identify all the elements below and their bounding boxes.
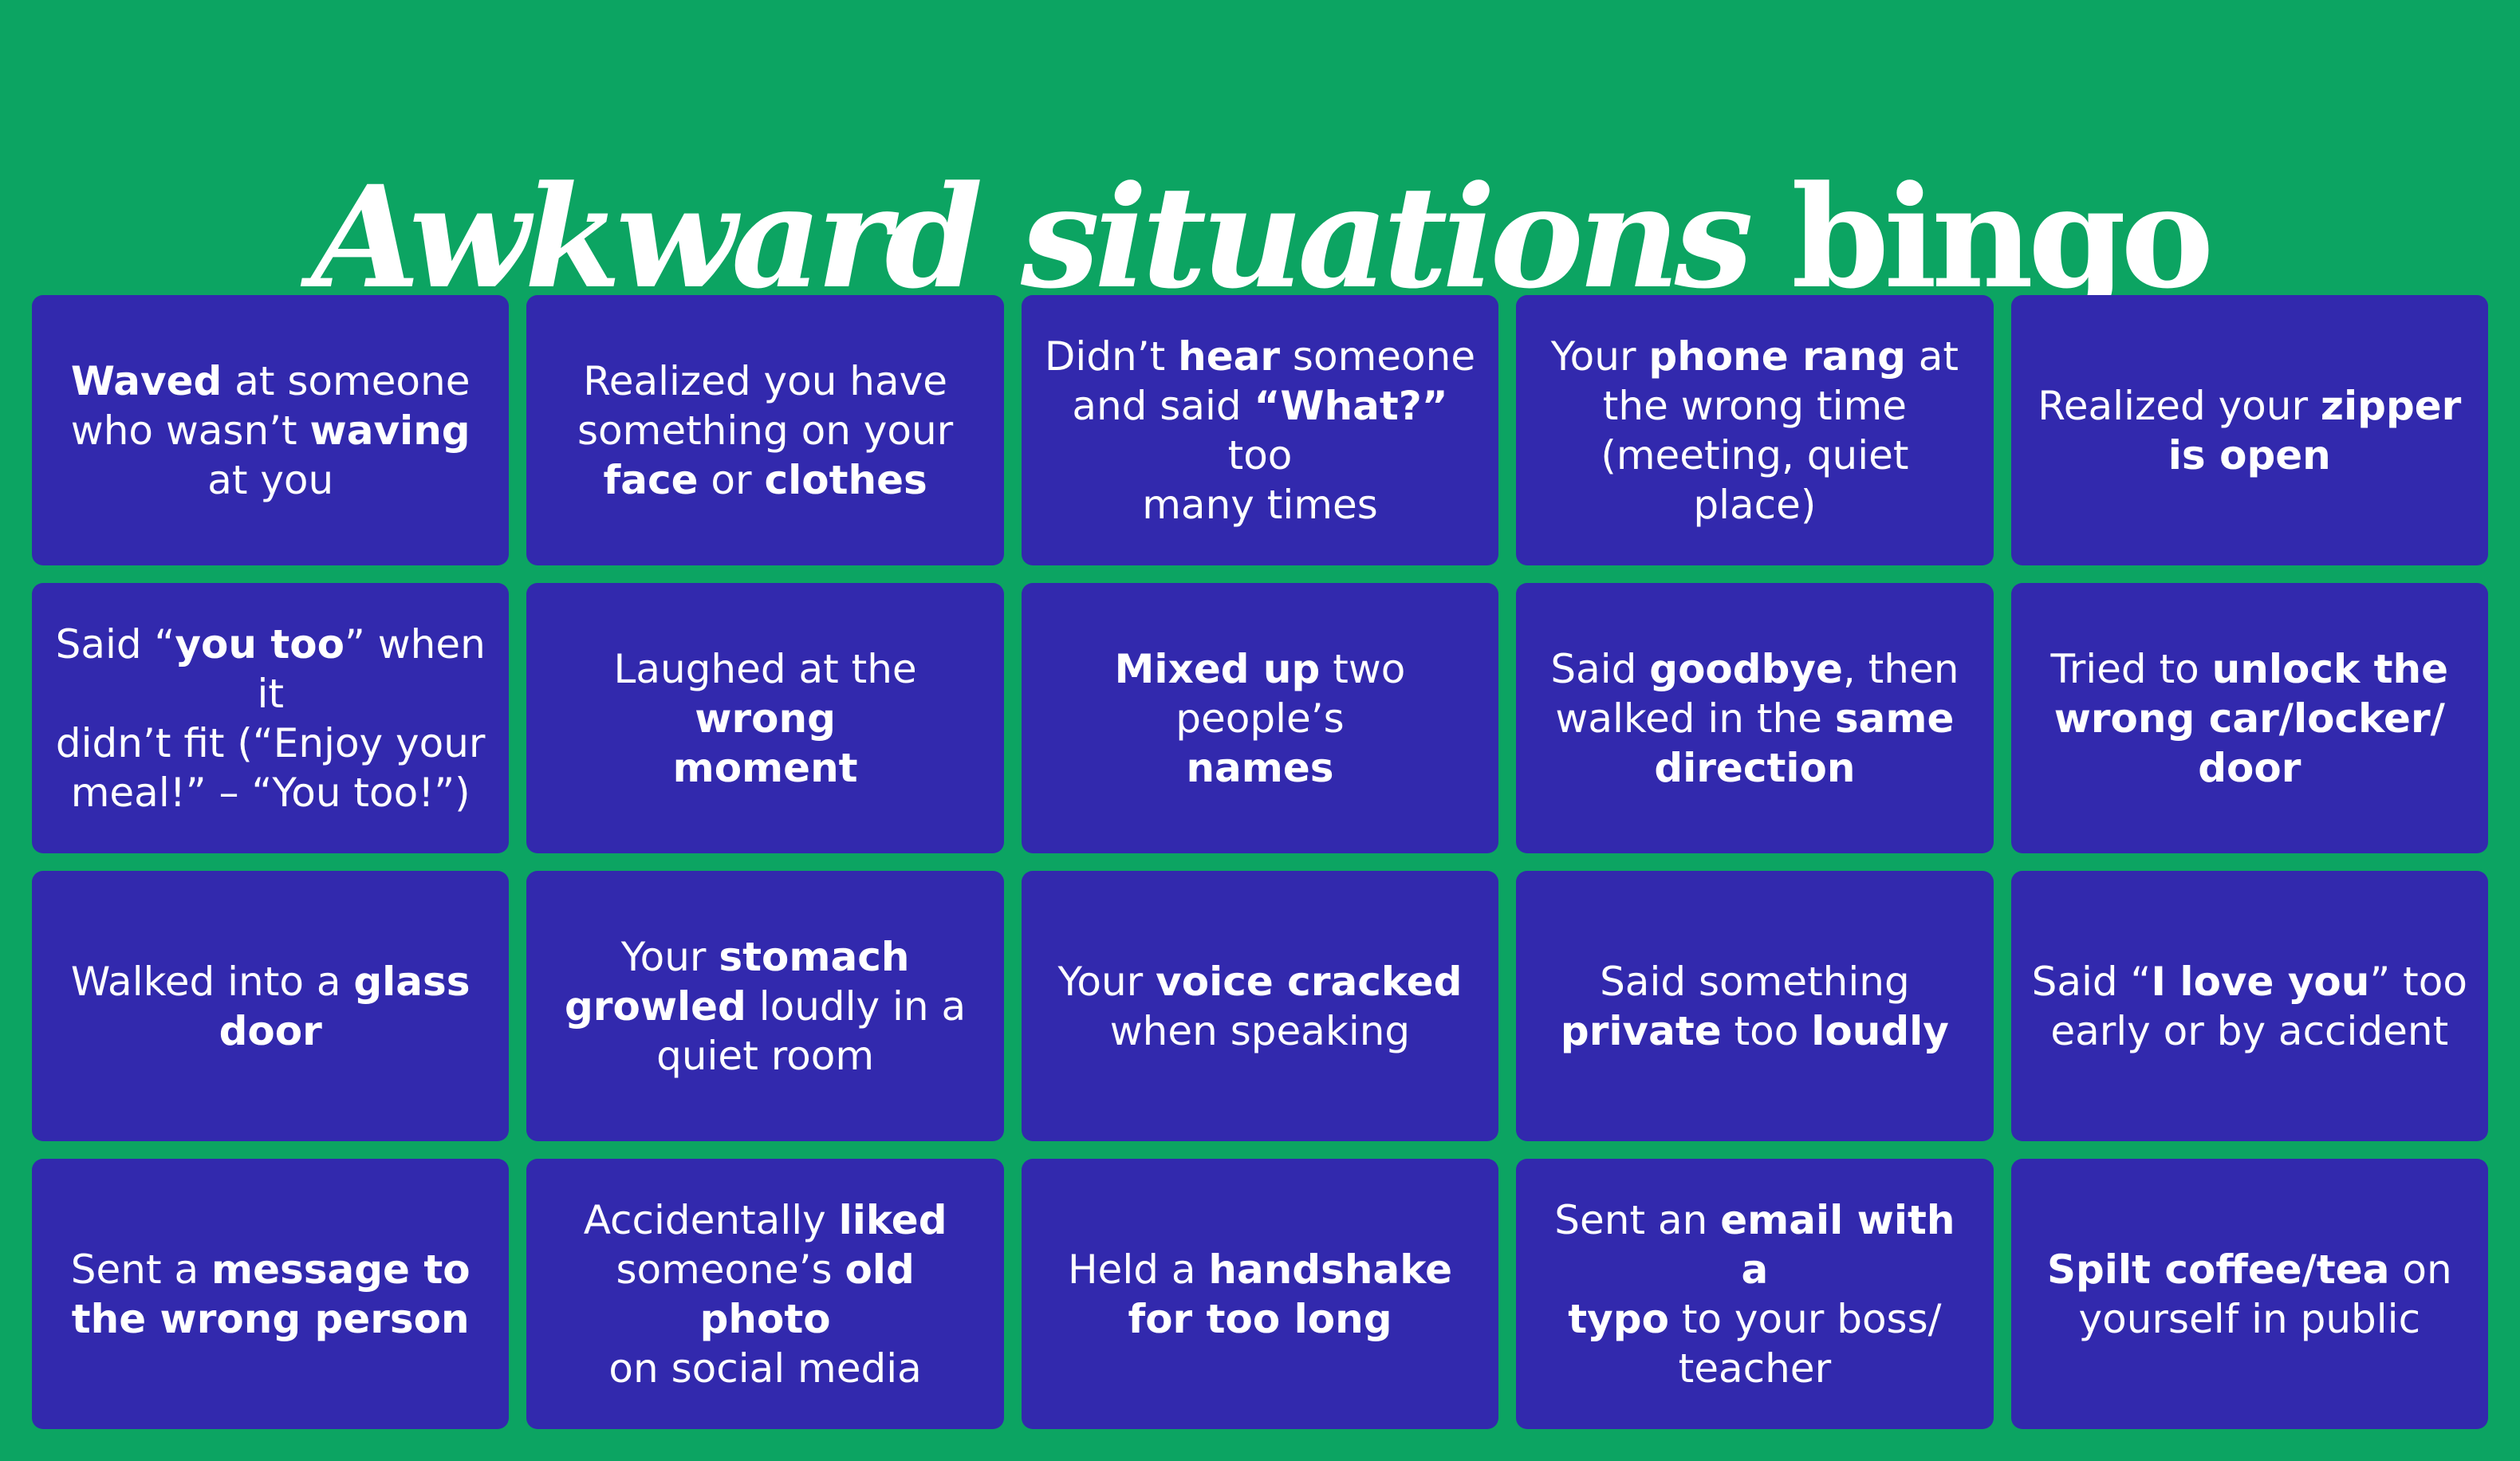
tile-text: Mixed up two people’s names bbox=[1114, 645, 1406, 791]
bingo-tile[interactable]: Your voice cracked when speaking bbox=[1021, 871, 1499, 1141]
bingo-tile[interactable]: Accidentally liked someone’s old photo on … bbox=[526, 1159, 1004, 1429]
tile-text: Waved at someone who wasn’t waving at you bbox=[70, 357, 471, 503]
tile-emphasis: you too bbox=[175, 620, 345, 667]
tile-emphasis: zipper bbox=[2320, 382, 2462, 429]
tile-text: Tried to unlock the wrong car/locker/door bbox=[2050, 645, 2449, 791]
bingo-tile[interactable]: Tried to unlock the wrong car/locker/door bbox=[2010, 583, 2488, 853]
bingo-tile[interactable]: Your phone rang at the wrong time (meeti… bbox=[1516, 295, 1994, 565]
tile-text: Held a handshake for too long bbox=[1067, 1246, 1453, 1342]
bingo-tile[interactable]: Your stomach growled loudly in a quiet ro… bbox=[526, 871, 1004, 1141]
tile-emphasis: Waved bbox=[70, 357, 222, 404]
bingo-tile[interactable]: Said “I love you” too early or by accide… bbox=[2010, 871, 2488, 1141]
tile-emphasis: waving bbox=[309, 407, 471, 454]
tile-text: Your voice cracked when speaking bbox=[1057, 958, 1463, 1054]
bingo-tile[interactable]: Mixed up two people’s names bbox=[1021, 583, 1499, 853]
bingo-tile[interactable]: Said something private too loudly bbox=[1516, 871, 1994, 1141]
tile-emphasis: the wrong person bbox=[71, 1295, 470, 1342]
bingo-tile[interactable]: Sent an email with a typo to your boss/te… bbox=[1516, 1159, 1994, 1429]
tile-emphasis: Mixed up bbox=[1114, 645, 1321, 692]
tile-emphasis: same bbox=[1834, 695, 1955, 742]
tile-emphasis: “What?” bbox=[1254, 382, 1448, 429]
tile-emphasis: message to bbox=[211, 1246, 471, 1293]
tile-emphasis: handshake bbox=[1208, 1246, 1453, 1293]
tile-text: Said something private too loudly bbox=[1560, 958, 1949, 1054]
tile-text: Realized you have something on your face… bbox=[577, 357, 954, 503]
tile-emphasis: I love you bbox=[2151, 958, 2370, 1005]
tile-emphasis: face bbox=[603, 456, 699, 503]
tile-emphasis: door bbox=[219, 1007, 322, 1054]
tile-emphasis: door bbox=[2198, 744, 2301, 791]
tile-emphasis: phone rang bbox=[1648, 333, 1906, 380]
bingo-tile[interactable]: Walked into a glass door bbox=[32, 871, 510, 1141]
bingo-tile[interactable]: Said “you too” when it didn’t fit (“Enjo… bbox=[32, 583, 510, 853]
tile-emphasis: email with a bbox=[1720, 1196, 1955, 1293]
tile-emphasis: old photo bbox=[699, 1246, 915, 1342]
tile-text: Said goodbye, then walked in the same dir… bbox=[1550, 645, 1959, 791]
tile-emphasis: liked bbox=[838, 1196, 947, 1243]
tile-emphasis: wrong bbox=[695, 695, 836, 742]
tile-text: Accidentally liked someone’s old photo on … bbox=[583, 1196, 947, 1392]
tile-text: Said “I love you” too early or by accide… bbox=[2031, 958, 2467, 1054]
tile-emphasis: is open bbox=[2168, 431, 2331, 478]
tile-emphasis: stomach bbox=[719, 933, 910, 980]
tile-emphasis: voice cracked bbox=[1156, 958, 1463, 1005]
bingo-tile[interactable]: Spilt coffee/tea on yourself in public bbox=[2010, 1159, 2488, 1429]
tile-emphasis: clothes bbox=[764, 456, 927, 503]
bingo-tile[interactable]: Didn’t hear someone and said “What?” too… bbox=[1021, 295, 1499, 565]
bingo-grid: Waved at someone who wasn’t waving at you… bbox=[32, 295, 2488, 1429]
tile-emphasis: unlock the bbox=[2211, 645, 2449, 692]
tile-emphasis: glass bbox=[353, 958, 471, 1005]
tile-emphasis: moment bbox=[672, 744, 858, 791]
bingo-tile[interactable]: Laughed at the wrong moment bbox=[526, 583, 1004, 853]
tile-text: Said “you too” when it didn’t fit (“Enjo… bbox=[55, 620, 486, 816]
bingo-tile[interactable]: Waved at someone who wasn’t waving at you bbox=[32, 295, 510, 565]
tile-emphasis: private bbox=[1560, 1007, 1722, 1054]
tile-text: Realized your zipper is open bbox=[2038, 382, 2462, 478]
tile-emphasis: Spilt coffee/tea bbox=[2046, 1246, 2390, 1293]
tile-text: Your stomach growled loudly in a quiet ro… bbox=[565, 933, 967, 1079]
bingo-tile[interactable]: Sent a message to the wrong person bbox=[32, 1159, 510, 1429]
tile-text: Spilt coffee/tea on yourself in public bbox=[2046, 1246, 2452, 1342]
tile-emphasis: hear bbox=[1178, 333, 1281, 380]
tile-emphasis: direction bbox=[1654, 744, 1856, 791]
bingo-tile[interactable]: Realized your zipper is open bbox=[2010, 295, 2488, 565]
tile-text: Laughed at the wrong moment bbox=[613, 645, 917, 791]
tile-emphasis: wrong car/locker/ bbox=[2053, 695, 2445, 742]
tile-emphasis: names bbox=[1186, 744, 1334, 791]
tile-text: Walked into a glass door bbox=[70, 958, 471, 1054]
tile-text: Didn’t hear someone and said “What?” too… bbox=[1044, 333, 1476, 528]
bingo-tile[interactable]: Said goodbye, then walked in the same dir… bbox=[1516, 583, 1994, 853]
tile-text: Your phone rang at the wrong time (meeti… bbox=[1550, 333, 1959, 528]
tile-text: Sent a message to the wrong person bbox=[70, 1246, 471, 1342]
tile-emphasis: growled bbox=[565, 983, 746, 1030]
tile-emphasis: goodbye bbox=[1649, 645, 1843, 692]
bingo-tile[interactable]: Realized you have something on your face… bbox=[526, 295, 1004, 565]
tile-emphasis: typo bbox=[1568, 1295, 1669, 1342]
bingo-tile[interactable]: Held a handshake for too long bbox=[1021, 1159, 1499, 1429]
tile-emphasis: loudly bbox=[1811, 1007, 1949, 1054]
tile-text: Sent an email with a typo to your boss/te… bbox=[1554, 1196, 1955, 1392]
tile-emphasis: for too long bbox=[1128, 1295, 1392, 1342]
